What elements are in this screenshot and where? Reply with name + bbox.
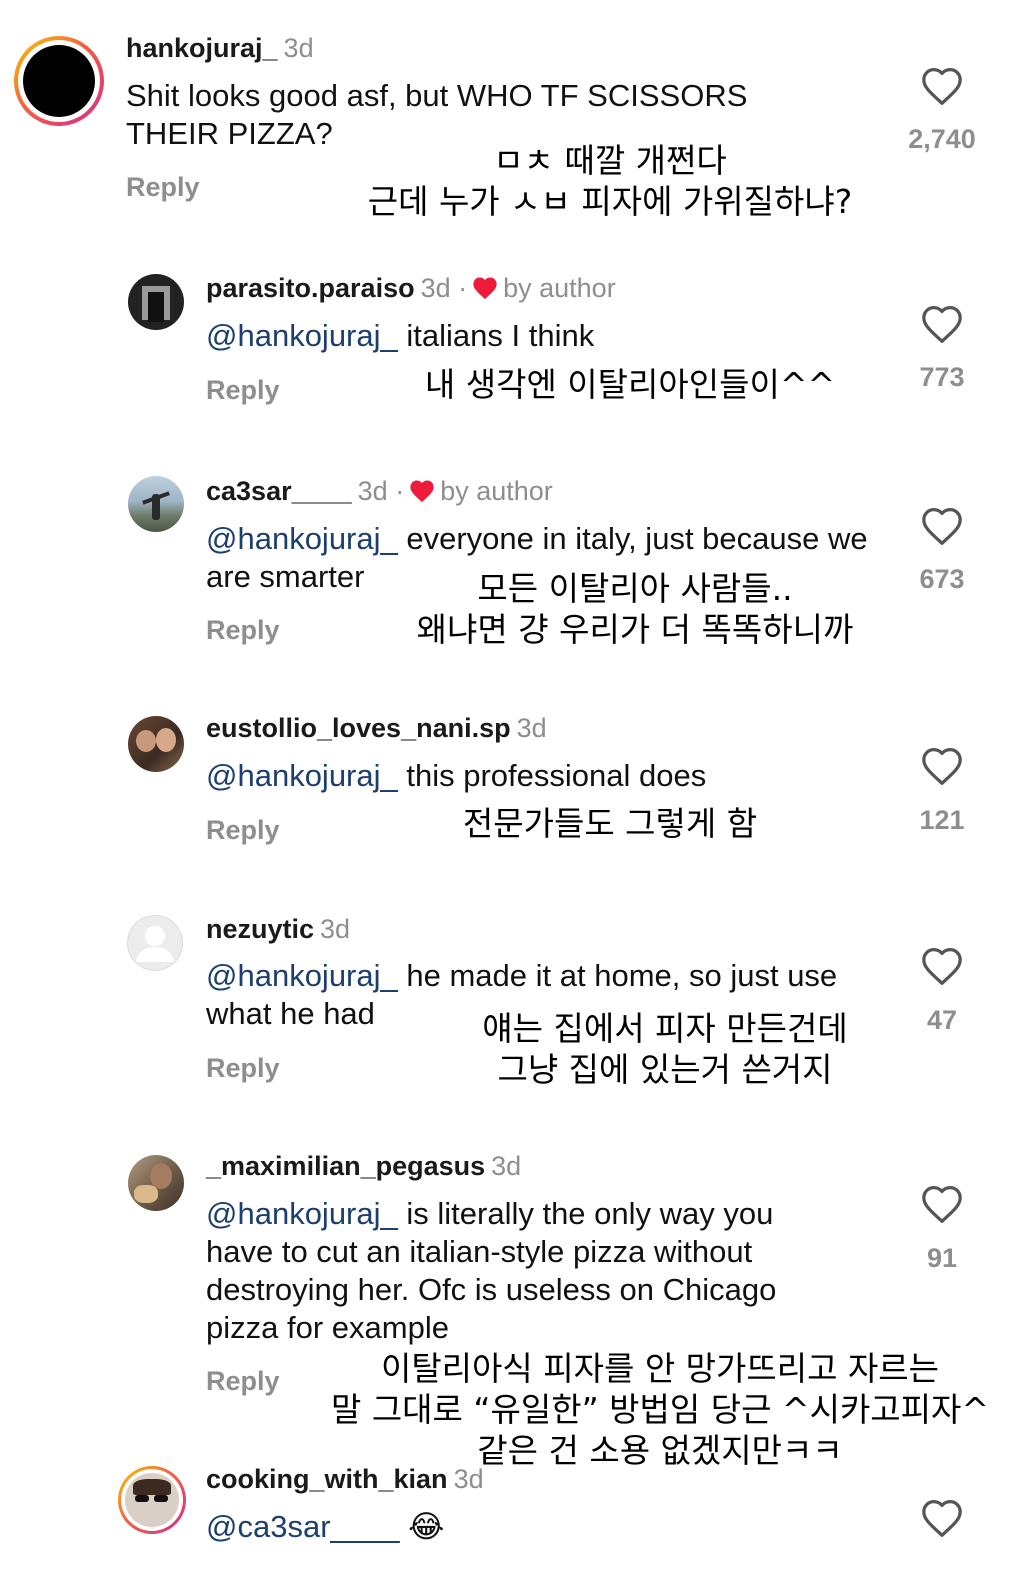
comment-text: @hankojuraj_ this professional does: [206, 757, 886, 795]
mention-link[interactable]: @ca3sar____: [206, 1509, 399, 1544]
username[interactable]: hankojuraj_ 3d: [126, 33, 314, 64]
username-text[interactable]: _maximilian_pegasus: [206, 1151, 485, 1181]
liked-by-author-badge: by author: [440, 476, 553, 506]
translation-line: 그냥 집에 있는거 쓴거지: [497, 1050, 833, 1089]
translation-line: 전문가들도 그렇게 함: [462, 804, 758, 843]
like-count: 673: [919, 564, 965, 594]
like-count: 121: [919, 805, 965, 835]
heart-outline-icon[interactable]: [920, 506, 964, 546]
translation-line: ㅁㅊ 때깔 개쩐다: [493, 141, 727, 180]
avatar[interactable]: [14, 36, 104, 126]
username[interactable]: nezuytic 3d: [206, 914, 350, 945]
heart-outline-icon[interactable]: [920, 1498, 964, 1538]
username[interactable]: _maximilian_pegasus 3d: [206, 1151, 521, 1182]
username-text[interactable]: cooking_with_kian: [206, 1464, 448, 1494]
username[interactable]: eustollio_loves_nani.sp 3d: [206, 713, 547, 744]
mention-link[interactable]: @hankojuraj_: [206, 1196, 398, 1231]
username[interactable]: ca3sar____ 3d · by author: [206, 476, 553, 507]
translation-caption: 이탈리아식 피자를 안 망가뜨리고 자르는 말 그대로 “유일한” 방법임 당근…: [330, 1348, 990, 1471]
reply-button[interactable]: Reply: [206, 1053, 280, 1084]
username-text[interactable]: ca3sar____: [206, 476, 352, 506]
avatar[interactable]: [128, 476, 184, 532]
laughing-emoji: 😂: [408, 1509, 445, 1544]
comment-time: 3d ·: [357, 476, 405, 506]
reply-button[interactable]: Reply: [206, 615, 280, 646]
comment-body: italians I think: [397, 318, 595, 353]
comment-text: @hankojuraj_ is literally the only way y…: [206, 1195, 846, 1347]
like-count: 47: [926, 1005, 958, 1035]
translation-line: 얘는 집에서 피자 만든건데: [482, 1009, 848, 1048]
comment-time: 3d: [516, 713, 547, 743]
heart-filled-icon: [410, 480, 434, 503]
comment-time: 3d ·: [420, 273, 468, 303]
heart-outline-icon[interactable]: [920, 66, 964, 106]
liked-by-author-badge: by author: [503, 273, 616, 303]
comment-text: @hankojuraj_ italians I think: [206, 317, 886, 355]
comment-time: 3d: [491, 1151, 522, 1181]
avatar[interactable]: [128, 716, 184, 772]
mention-link[interactable]: @hankojuraj_: [206, 318, 398, 353]
translation-caption: 내 생각엔 이탈리아인들이^^: [380, 364, 880, 405]
username[interactable]: cooking_with_kian 3d: [206, 1464, 484, 1495]
translation-caption: 모든 이탈리아 사람들.. 왜냐면 걍 우리가 더 똑똑하니까: [395, 568, 875, 650]
comment-body: this professional does: [397, 758, 707, 793]
comment-text: @ca3sar____ 😂: [206, 1508, 846, 1546]
translation-line: 말 그대로 “유일한” 방법임 당근 ^시카고피자^: [330, 1390, 990, 1429]
avatar[interactable]: [128, 1155, 184, 1211]
reply-button[interactable]: Reply: [126, 172, 200, 203]
mention-link[interactable]: @hankojuraj_: [206, 758, 398, 793]
reply-button[interactable]: Reply: [206, 815, 280, 846]
comment-time: 3d: [283, 33, 314, 63]
avatar[interactable]: [128, 274, 184, 330]
heart-outline-icon[interactable]: [920, 946, 964, 986]
mention-link[interactable]: @hankojuraj_: [206, 521, 398, 556]
default-avatar-icon: [136, 926, 174, 962]
username-text[interactable]: parasito.paraiso: [206, 273, 415, 303]
like-count: 2,740: [908, 124, 976, 154]
avatar[interactable]: [127, 915, 183, 971]
reply-button[interactable]: Reply: [206, 375, 280, 406]
mention-link[interactable]: @hankojuraj_: [206, 958, 398, 993]
translation-caption: 전문가들도 그렇게 함: [410, 803, 810, 844]
like-count: 91: [926, 1243, 958, 1273]
heart-outline-icon[interactable]: [920, 1184, 964, 1224]
translation-line: 내 생각엔 이탈리아인들이^^: [424, 365, 836, 404]
avatar[interactable]: [118, 1466, 186, 1534]
translation-caption: 얘는 집에서 피자 만든건데 그냥 집에 있는거 쓴거지: [465, 1008, 865, 1090]
username-text[interactable]: nezuytic: [206, 914, 314, 944]
username-text[interactable]: hankojuraj_: [126, 33, 278, 63]
translation-line: 이탈리아식 피자를 안 망가뜨리고 자르는: [380, 1349, 940, 1388]
translation-line: 왜냐면 걍 우리가 더 똑똑하니까: [416, 610, 854, 649]
heart-outline-icon[interactable]: [920, 746, 964, 786]
username-text[interactable]: eustollio_loves_nani.sp: [206, 713, 511, 743]
reply-button[interactable]: Reply: [206, 1366, 280, 1397]
comment-time: 3d: [453, 1464, 484, 1494]
username[interactable]: parasito.paraiso 3d · by author: [206, 273, 616, 304]
heart-outline-icon[interactable]: [920, 304, 964, 344]
translation-line: 모든 이탈리아 사람들..: [477, 569, 793, 608]
heart-filled-icon: [473, 277, 497, 300]
translation-line: 근데 누가 ㅅㅂ 피자에 가위질하냐?: [367, 182, 853, 221]
comment-time: 3d: [320, 914, 351, 944]
like-count: 773: [919, 362, 965, 392]
translation-caption: ㅁㅊ 때깔 개쩐다 근데 누가 ㅅㅂ 피자에 가위질하냐?: [340, 140, 880, 222]
